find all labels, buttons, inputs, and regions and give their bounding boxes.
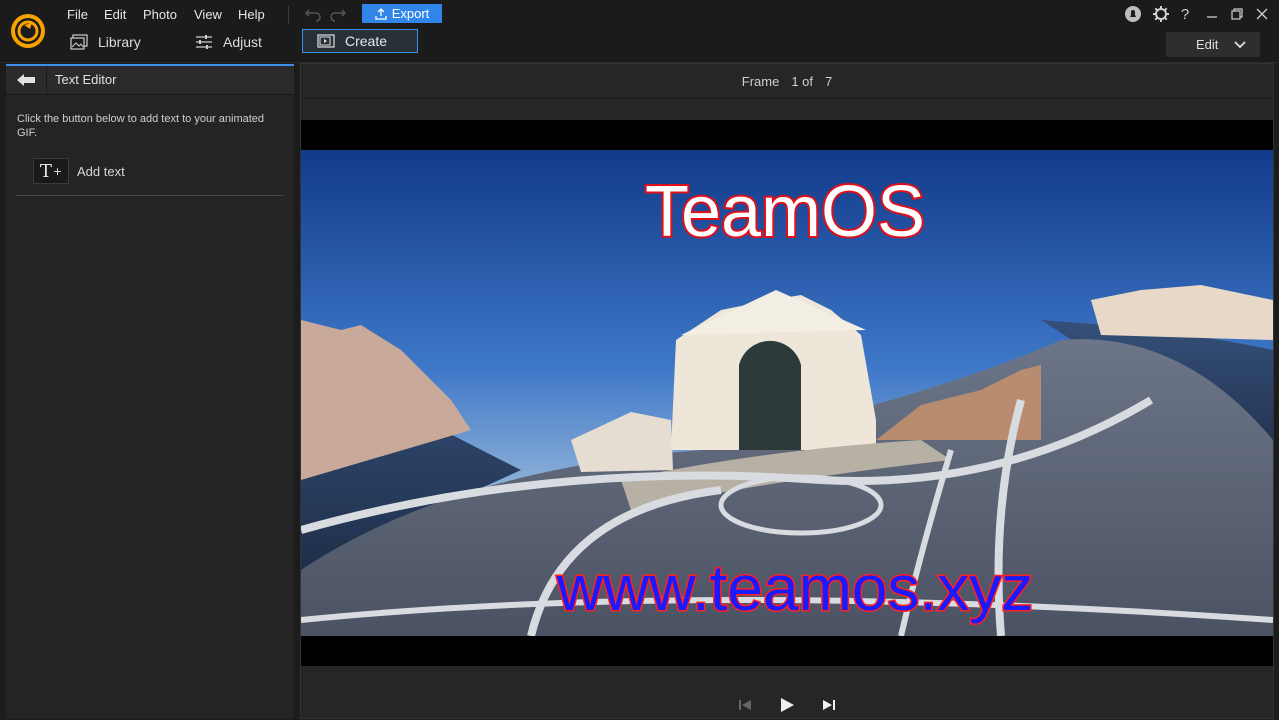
tab-create-label: Create — [345, 33, 388, 49]
menu-file[interactable]: File — [67, 7, 88, 22]
menu-photo[interactable]: Photo — [143, 7, 177, 22]
panel-instructions: Click the button below to add text to yo… — [17, 113, 265, 139]
next-frame-button[interactable] — [819, 695, 839, 715]
app-logo-icon[interactable] — [10, 13, 46, 49]
menu-edit[interactable]: Edit — [104, 7, 126, 22]
edit-dropdown-value: Edit — [1196, 37, 1219, 52]
tab-library[interactable]: Library — [70, 30, 141, 54]
next-frame-icon — [823, 700, 835, 710]
back-arrow-icon — [17, 74, 35, 86]
tab-adjust[interactable]: Adjust — [195, 30, 262, 54]
playback-controls — [301, 690, 1273, 720]
menu-view[interactable]: View — [194, 7, 222, 22]
frame-indicator: Frame 1 of 7 — [301, 64, 1273, 99]
preview-area: Frame 1 of 7 TeamOS www.teamos.xyz — [300, 63, 1274, 719]
overlay-title-text[interactable]: TeamOS — [643, 170, 927, 254]
back-button[interactable] — [6, 66, 47, 94]
restore-icon[interactable] — [1227, 4, 1247, 24]
chevron-down-icon — [1234, 40, 1246, 48]
frame-current: 1 of — [791, 73, 813, 89]
panel-divider — [16, 195, 284, 196]
minimize-icon[interactable] — [1202, 4, 1222, 24]
export-label: Export — [391, 6, 430, 21]
notification-icon[interactable] — [1123, 4, 1143, 24]
adjust-icon — [196, 35, 212, 49]
toolbar-divider — [288, 6, 289, 24]
help-icon[interactable]: ? — [1175, 4, 1195, 24]
overlay-url-text[interactable]: www.teamos.xyz — [554, 551, 1035, 626]
menu-help[interactable]: Help — [238, 7, 265, 22]
redo-icon[interactable] — [328, 4, 348, 24]
panel-header: Text Editor — [6, 66, 294, 95]
tab-library-label: Library — [98, 34, 141, 50]
panel-title: Text Editor — [55, 72, 117, 87]
add-text-button[interactable]: T + Add text — [33, 158, 125, 184]
tab-adjust-label: Adjust — [223, 34, 262, 50]
play-button[interactable] — [777, 695, 797, 715]
undo-icon[interactable] — [303, 4, 323, 24]
previous-frame-button[interactable] — [735, 695, 755, 715]
add-text-label: Add text — [77, 163, 125, 179]
frame-total: 7 — [825, 73, 833, 89]
create-icon — [317, 34, 335, 48]
text-editor-panel: Text Editor Click the button below to ad… — [6, 64, 294, 719]
settings-icon[interactable] — [1151, 4, 1171, 24]
library-icon — [70, 34, 88, 50]
previous-frame-icon — [739, 700, 751, 710]
export-icon — [375, 7, 387, 20]
add-text-icon: T + — [33, 158, 69, 184]
edit-mode-dropdown[interactable]: Edit — [1166, 32, 1260, 57]
top-bar: File Edit Photo View Help Export Library… — [0, 0, 1279, 63]
frame-label: Frame — [741, 73, 780, 89]
tab-create[interactable]: Create — [302, 29, 418, 53]
export-button[interactable]: Export — [362, 4, 442, 23]
play-icon — [781, 698, 794, 712]
close-icon[interactable] — [1252, 4, 1272, 24]
gif-frame-image[interactable]: TeamOS www.teamos.xyz — [301, 150, 1273, 636]
